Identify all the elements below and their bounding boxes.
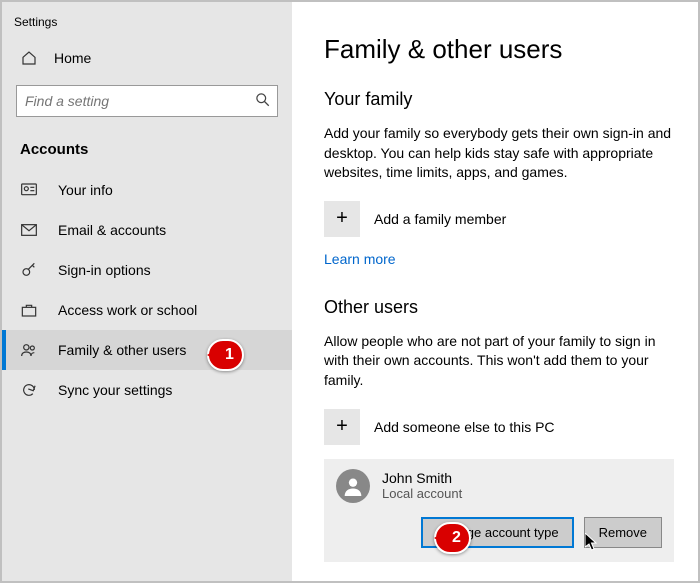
family-desc: Add your family so everybody gets their … xyxy=(324,124,674,183)
other-users-desc: Allow people who are not part of your fa… xyxy=(324,332,674,391)
avatar xyxy=(336,469,370,503)
sidebar-item-label: Access work or school xyxy=(58,302,197,318)
key-icon xyxy=(20,261,38,279)
user-name: John Smith xyxy=(382,470,462,486)
sidebar-item-label: Email & accounts xyxy=(58,222,166,238)
page-title: Family & other users xyxy=(324,34,674,65)
nav-home[interactable]: Home xyxy=(2,41,292,75)
remove-button[interactable]: Remove xyxy=(584,517,662,548)
annotation-marker-2: 2 xyxy=(434,522,471,554)
sidebar-item-label: Sign-in options xyxy=(58,262,151,278)
briefcase-icon xyxy=(20,301,38,319)
other-users-heading: Other users xyxy=(324,297,674,318)
add-other-label: Add someone else to this PC xyxy=(374,419,555,435)
user-meta: John Smith Local account xyxy=(382,470,462,501)
sidebar-item-label: Family & other users xyxy=(58,342,186,358)
learn-more-link[interactable]: Learn more xyxy=(324,251,396,267)
person-card-icon xyxy=(20,181,38,199)
sync-icon xyxy=(20,381,38,399)
sidebar-category: Accounts xyxy=(2,135,292,170)
search-icon xyxy=(255,92,270,110)
sidebar: Settings Home Accounts Your info Email xyxy=(2,2,292,581)
sidebar-item-sync[interactable]: Sync your settings xyxy=(2,370,292,410)
add-other-user[interactable]: + Add someone else to this PC xyxy=(324,409,674,445)
sidebar-item-label: Sync your settings xyxy=(58,382,172,398)
search-wrap xyxy=(16,85,278,117)
sidebar-item-work-school[interactable]: Access work or school xyxy=(2,290,292,330)
family-heading: Your family xyxy=(324,89,674,110)
user-subtitle: Local account xyxy=(382,486,462,501)
nav-home-label: Home xyxy=(54,50,91,66)
sidebar-item-email[interactable]: Email & accounts xyxy=(2,210,292,250)
add-family-label: Add a family member xyxy=(374,211,506,227)
plus-icon: + xyxy=(324,201,360,237)
annotation-marker-1: 1 xyxy=(207,339,244,371)
people-icon xyxy=(20,341,38,359)
sidebar-item-label: Your info xyxy=(58,182,113,198)
main-content: Family & other users Your family Add you… xyxy=(292,2,698,581)
user-actions: Change account type Remove xyxy=(336,517,662,548)
user-tile[interactable]: John Smith Local account Change account … xyxy=(324,459,674,562)
home-icon xyxy=(20,49,38,67)
plus-icon: + xyxy=(324,409,360,445)
add-family-member[interactable]: + Add a family member xyxy=(324,201,674,237)
user-row: John Smith Local account xyxy=(336,469,662,503)
app-title: Settings xyxy=(2,12,292,41)
search-input[interactable] xyxy=(16,85,278,117)
mail-icon xyxy=(20,221,38,239)
sidebar-item-your-info[interactable]: Your info xyxy=(2,170,292,210)
sidebar-item-signin[interactable]: Sign-in options xyxy=(2,250,292,290)
sidebar-item-family[interactable]: Family & other users xyxy=(2,330,292,370)
